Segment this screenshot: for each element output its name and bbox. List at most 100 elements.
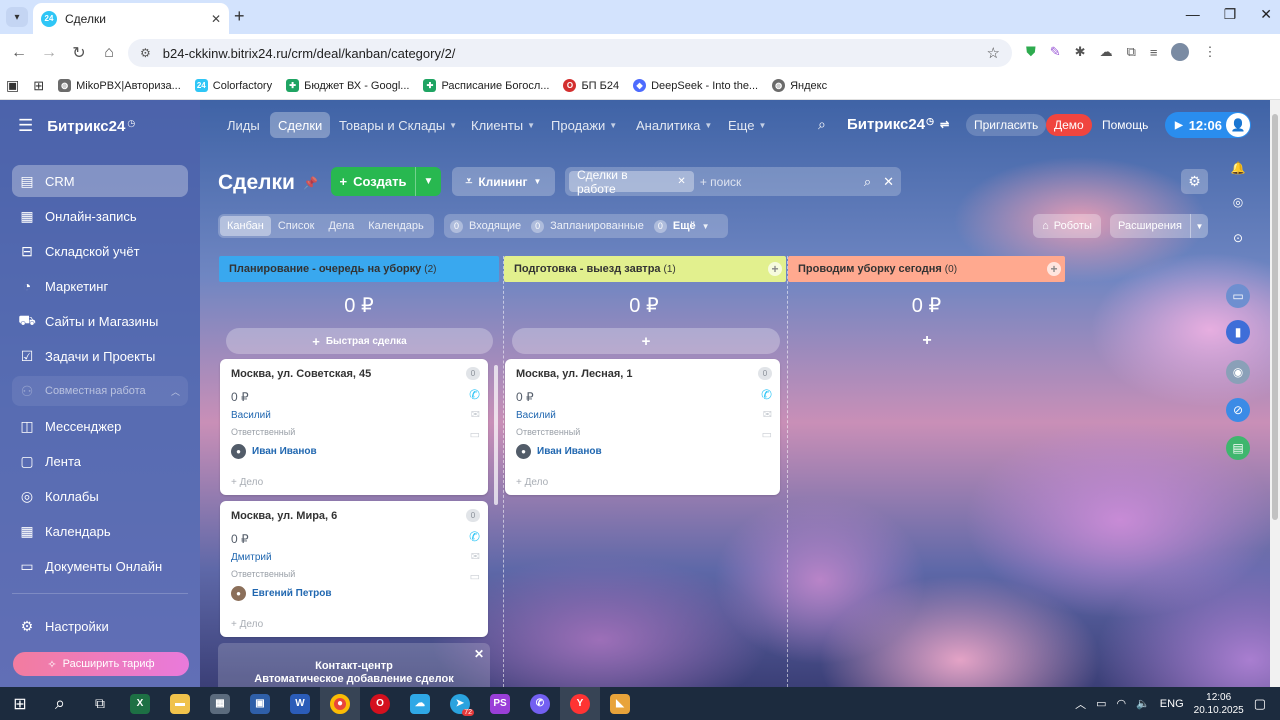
add-deal-button[interactable]: + [512, 328, 780, 354]
wifi-icon[interactable]: ◠ [1116, 697, 1126, 710]
back-icon[interactable]: ← [4, 44, 34, 62]
deal-card[interactable]: Москва, ул. Лесная, 1 0 ₽ Василий Ответс… [505, 359, 780, 495]
chat-widget-icon[interactable]: ▤ [1226, 436, 1250, 460]
responsible-person[interactable]: ● Иван Иванов [231, 443, 478, 459]
counter-incoming[interactable]: 0 Входящие [450, 219, 521, 233]
battery-icon[interactable]: ▭ [1096, 697, 1106, 710]
taskbar-save-app[interactable]: ▣ [240, 687, 280, 720]
taskbar-telegram[interactable]: ➤ 72 [440, 687, 480, 720]
view-tab-list[interactable]: Список [271, 216, 322, 236]
taskbar-word[interactable]: W [280, 687, 320, 720]
taskbar-bitrix[interactable]: ☁ [400, 687, 440, 720]
pin-icon[interactable]: 📌 [303, 176, 318, 190]
close-window-icon[interactable]: ✕ [1260, 6, 1272, 23]
bookmark-item[interactable]: ◆ DeepSeek - Into the... [633, 79, 758, 92]
view-tab-calendar[interactable]: Календарь [361, 216, 431, 236]
maximize-icon[interactable]: ❐ [1224, 6, 1237, 23]
minimize-icon[interactable]: — [1186, 6, 1200, 23]
page-scrollbar[interactable] [1270, 100, 1280, 687]
taskbar-phpstorm[interactable]: PS [480, 687, 520, 720]
sliders-icon[interactable]: ⇌ [940, 118, 949, 131]
sidebar-item-documents[interactable]: ▭ Документы Онлайн [12, 550, 188, 582]
filter-chip[interactable]: Сделки в работе ✕ [569, 168, 694, 196]
view-tab-kanban[interactable]: Канбан [220, 216, 271, 236]
topnav-leads[interactable]: Лиды [219, 112, 268, 138]
responsible-person[interactable]: ● Иван Иванов [516, 443, 770, 459]
taskbar-viber[interactable]: ✆ [520, 687, 560, 720]
media-control-icon[interactable]: ≡ [1150, 45, 1158, 60]
create-button[interactable]: + Создать ▼ [331, 167, 441, 196]
topnav-analytics[interactable]: Аналитика ▼ [628, 112, 720, 138]
chat-icon[interactable]: ▭ [470, 570, 480, 583]
tab-search-button[interactable]: ▾ [6, 7, 28, 27]
browser-tab-active[interactable]: 24 Сделки ✕ [33, 3, 229, 34]
chat-icon[interactable]: ▭ [762, 428, 772, 441]
forward-icon[interactable]: → [34, 44, 64, 62]
shield-extension-icon[interactable]: ⛊ [1026, 44, 1036, 60]
cloud-extension-icon[interactable]: ☁ [1100, 44, 1113, 60]
contact-center-promo[interactable]: Контакт-центр Автоматическое добавление … [218, 643, 490, 687]
taskbar-opera[interactable]: O [360, 687, 400, 720]
task-view-button[interactable]: ⧉ [80, 687, 120, 720]
counter-planned[interactable]: 0 Запланированные [531, 219, 644, 233]
menu-burger-icon[interactable]: ☰ [18, 116, 33, 136]
column-scrollbar[interactable] [494, 365, 498, 505]
home-icon[interactable]: ⌂ [94, 44, 124, 62]
kanban-settings-gear-icon[interactable]: ⚙ [1181, 169, 1208, 194]
sidebar-item-collabs[interactable]: ◎ Коллабы [12, 480, 188, 512]
deal-card[interactable]: Москва, ул. Мира, 6 0 ₽ Дмитрий Ответств… [220, 501, 488, 637]
taskbar-search[interactable]: ⌕ [40, 687, 80, 720]
bookmark-item[interactable]: ✚ Бюджет ВХ - Googl... [286, 79, 409, 92]
puzzle-extension-icon[interactable]: ⧉ [1127, 44, 1136, 60]
upgrade-plan-button[interactable]: ✧ Расширить тариф [13, 652, 189, 676]
extensions-button[interactable]: Расширения ▼ [1110, 214, 1208, 238]
volume-icon[interactable]: 🔈 [1136, 697, 1150, 710]
close-tab-icon[interactable]: ✕ [211, 12, 221, 26]
column-header-cleaning-today[interactable]: Проводим уборку сегодня (0) + [788, 256, 1065, 282]
apps-grid-icon[interactable]: ⊞ [33, 78, 44, 94]
search-icon[interactable]: ⌕ [818, 116, 826, 133]
language-indicator[interactable]: ENG [1160, 698, 1184, 710]
deal-contact[interactable]: Василий [231, 410, 478, 424]
bookmark-item[interactable]: ◍ MikoPBX|Авториза... [58, 79, 181, 92]
taskbar-yandex[interactable]: Y [560, 687, 600, 720]
phone-icon[interactable]: ✆ [469, 529, 480, 545]
taskbar-calculator[interactable]: ▦ [200, 687, 240, 720]
new-tab-button[interactable]: + [234, 6, 245, 27]
taskbar-app[interactable]: ◣ [600, 687, 640, 720]
sidebar-item-messenger[interactable]: ◫ Мессенджер [12, 410, 188, 442]
bell-icon[interactable]: 🔔 [1226, 156, 1250, 180]
responsible-person[interactable]: ● Евгений Петров [231, 585, 478, 601]
bookmark-star-icon[interactable]: ☆ [987, 44, 1000, 62]
sidebar-item-sites[interactable]: ⛟ Сайты и Магазины [12, 305, 188, 337]
system-clock[interactable]: 12:06 20.10.2025 [1194, 691, 1244, 717]
phone-icon[interactable]: ✆ [761, 387, 772, 403]
close-icon[interactable]: ✕ [677, 176, 685, 187]
clear-icon[interactable]: ✕ [880, 174, 897, 190]
bookmark-item[interactable]: 24 Colorfactory [194, 79, 272, 92]
taskbar-excel[interactable]: X [120, 687, 160, 720]
add-activity-link[interactable]: + Дело [516, 477, 770, 497]
bookmark-item[interactable]: ◍ Яндекс [772, 79, 827, 92]
pen-extension-icon[interactable]: ✎ [1050, 44, 1061, 60]
add-activity-link[interactable]: + Дело [231, 477, 478, 497]
sidebar-item-marketing[interactable]: ◔ Маркетинг [12, 270, 188, 302]
browser-menu-icon[interactable]: ⋮ [1203, 44, 1216, 60]
taskbar-chrome[interactable]: ● [320, 687, 360, 720]
scrollbar-thumb[interactable] [1272, 114, 1278, 520]
bug-extension-icon[interactable]: ✱ [1075, 44, 1086, 60]
crm-widget-icon[interactable]: ▭ [1226, 284, 1250, 308]
create-main[interactable]: + Создать [331, 174, 415, 189]
sidebar-item-booking[interactable]: ▦ Онлайн-запись [12, 200, 188, 232]
bitrix-circle-icon[interactable]: ⊘ [1226, 398, 1250, 422]
contact-avatar-icon[interactable]: ◉ [1226, 360, 1250, 384]
site-info-icon[interactable]: ⚙ [140, 46, 151, 60]
mail-icon[interactable]: ✉ [471, 550, 480, 563]
bookmark-item[interactable]: O БП Б24 [563, 79, 619, 92]
demo-badge[interactable]: Демо [1046, 114, 1092, 136]
topnav-deals[interactable]: Сделки [270, 112, 331, 138]
url-text[interactable]: b24-ckkinw.bitrix24.ru/crm/deal/kanban/c… [163, 46, 975, 61]
column-header-preparation[interactable]: Подготовка - выезд завтра (1) + [504, 256, 786, 282]
search-chat-icon[interactable]: ⊙ [1226, 226, 1250, 250]
bookmark-widget-icon[interactable]: ▮ [1226, 320, 1250, 344]
